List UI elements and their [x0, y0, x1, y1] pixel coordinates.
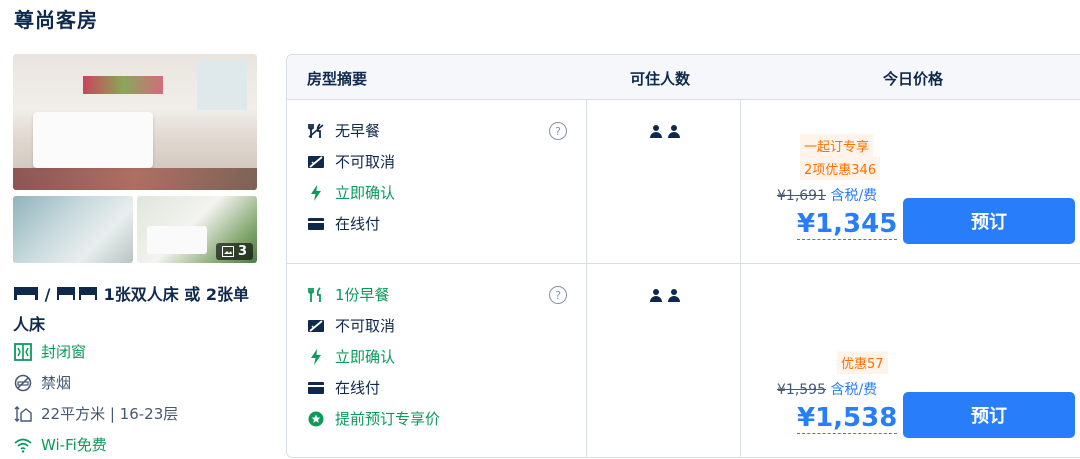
help-icon[interactable]: ?: [549, 286, 567, 304]
list-item: 不可取消: [307, 151, 395, 172]
list-item: 立即确认: [307, 182, 395, 203]
card-icon: [307, 379, 325, 397]
no-cancel-icon: [307, 153, 325, 171]
promo-tag: 一起订专享: [800, 134, 874, 157]
guest-count: [649, 289, 681, 303]
list-item: 在线付: [307, 213, 380, 234]
no-cancel-icon: [307, 317, 325, 335]
current-price[interactable]: ¥1,345: [797, 209, 898, 240]
list-item: 在线付: [307, 377, 380, 398]
twin-beds-icon: [56, 281, 98, 310]
current-price[interactable]: ¥1,538: [797, 403, 898, 434]
window-icon: [13, 342, 33, 362]
list-item: 提前预订专享价: [307, 408, 440, 429]
person-icon: [649, 289, 663, 303]
feature-area: 22平方米 | 16-23层: [13, 403, 178, 424]
book-button[interactable]: 预订: [903, 198, 1075, 244]
original-price: ¥1,595 含税/费: [777, 382, 878, 398]
image-icon: [221, 246, 234, 257]
header-guests: 可住人数: [630, 70, 691, 88]
feature-wifi: Wi-Fi免费: [13, 434, 107, 455]
list-item: 立即确认: [307, 346, 395, 367]
bed-type-text: 1张双人床 或 2张单人床: [13, 285, 249, 334]
feature-no-smoking: 禁烟: [13, 372, 71, 393]
header-price: 今日价格: [883, 70, 944, 88]
room-title: 尊尚客房: [14, 8, 98, 32]
breakfast-icon: [307, 286, 325, 304]
wifi-icon: [13, 435, 33, 455]
star-badge-icon: [307, 410, 325, 428]
photo-count: 3: [237, 244, 247, 259]
room-photo-secondary[interactable]: 3: [137, 196, 257, 263]
room-photo-bathroom[interactable]: [13, 196, 133, 263]
guest-count: [649, 125, 681, 139]
no-breakfast-icon: [307, 122, 325, 140]
feature-window: 封闭窗: [13, 341, 86, 362]
no-smoking-icon: [13, 373, 33, 393]
promo-tag: 优惠57: [837, 351, 888, 374]
list-item: 无早餐: [307, 120, 380, 141]
card-icon: [307, 215, 325, 233]
bed-type: / 1张双人床 或 2张单人床: [13, 280, 263, 339]
rate-table: 房型摘要 可住人数 今日价格 无早餐 ? 不可取消 立即确认 在线付 一起订专享…: [286, 54, 1080, 458]
book-button[interactable]: 预订: [903, 392, 1075, 438]
list-item: 不可取消: [307, 315, 395, 336]
promo-tag: 2项优惠346: [800, 157, 881, 180]
room-photo-main[interactable]: [13, 54, 257, 190]
photo-count-badge[interactable]: 3: [215, 243, 253, 260]
lightning-icon: [307, 184, 325, 202]
person-icon: [667, 125, 681, 139]
area-icon: [13, 404, 33, 424]
person-icon: [667, 289, 681, 303]
lightning-icon: [307, 348, 325, 366]
table-header: 房型摘要 可住人数 今日价格: [287, 55, 1080, 100]
double-bed-icon: [13, 281, 39, 310]
list-item: 1份早餐: [307, 284, 390, 305]
header-summary: 房型摘要: [307, 70, 368, 88]
original-price: ¥1,691 含税/费: [777, 188, 878, 204]
help-icon[interactable]: ?: [549, 122, 567, 140]
person-icon: [649, 125, 663, 139]
